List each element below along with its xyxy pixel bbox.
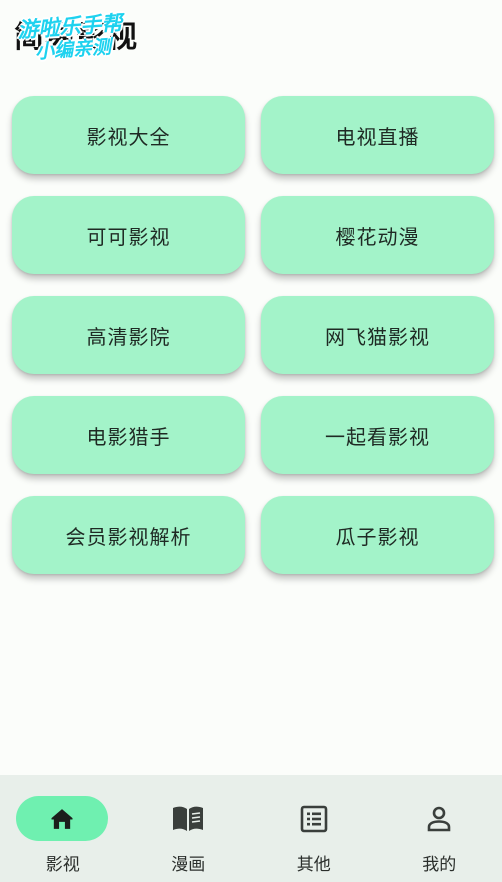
nav-label-comics: 漫画 bbox=[171, 855, 206, 875]
site-grid: 影视大全 电视直播 可可影视 樱花动漫 高清影院 网飞猫影视 电影猎手 一起看影… bbox=[12, 96, 494, 574]
home-icon bbox=[51, 808, 73, 829]
header: 简易影视 游啦乐手帮 小编亲测 bbox=[0, 0, 502, 70]
nav-tab-other[interactable]: 其他 bbox=[251, 775, 377, 882]
watermark-logo: 游啦乐手帮 小编亲测 bbox=[12, 5, 150, 64]
site-button-kekeyingshi[interactable]: 可可影视 bbox=[12, 196, 245, 274]
app: 简易影视 游啦乐手帮 小编亲测 影视大全 电视直播 可可影视 樱花动漫 高清影院… bbox=[0, 0, 502, 882]
book-icon bbox=[173, 806, 204, 831]
site-button-gaoqingyingyuan[interactable]: 高清影院 bbox=[12, 296, 245, 374]
site-button-guazi[interactable]: 瓜子影视 bbox=[261, 496, 494, 574]
person-icon bbox=[427, 806, 451, 831]
site-button-yiqikan[interactable]: 一起看影视 bbox=[261, 396, 494, 474]
nav-label-other: 其他 bbox=[296, 855, 331, 875]
site-button-yinghuadongman[interactable]: 樱花动漫 bbox=[261, 196, 494, 274]
site-button-wangfeimao[interactable]: 网飞猫影视 bbox=[261, 296, 494, 374]
nav-active-indicator bbox=[15, 796, 108, 841]
site-button-dianshizhibo[interactable]: 电视直播 bbox=[261, 96, 494, 174]
nav-label-movies: 影视 bbox=[45, 855, 80, 875]
site-button-huiyuanjiexi[interactable]: 会员影视解析 bbox=[12, 496, 245, 574]
site-button-yingshidaquan[interactable]: 影视大全 bbox=[12, 96, 245, 174]
nav-tab-comics[interactable]: 漫画 bbox=[126, 775, 252, 882]
list-icon bbox=[300, 805, 328, 832]
site-button-dianyinglieshou[interactable]: 电影猎手 bbox=[12, 396, 245, 474]
nav-tab-mine[interactable]: 我的 bbox=[377, 775, 502, 882]
bottom-navigation: 影视 漫画 其他 我的 bbox=[0, 775, 502, 882]
watermark-text-bottom: 小编亲测 bbox=[34, 36, 112, 64]
nav-tab-movies[interactable]: 影视 bbox=[0, 775, 126, 882]
nav-label-mine: 我的 bbox=[422, 855, 457, 875]
